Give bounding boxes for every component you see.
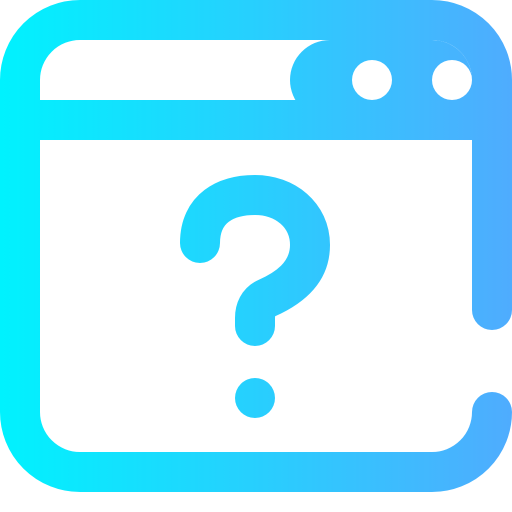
question-mark-dot xyxy=(235,378,275,418)
window-control-dot-2 xyxy=(432,60,472,100)
icon-canvas xyxy=(0,0,512,512)
question-mark-icon xyxy=(180,175,330,346)
browser-window-question-icon xyxy=(0,0,512,492)
window-control-dot-1 xyxy=(352,60,392,100)
